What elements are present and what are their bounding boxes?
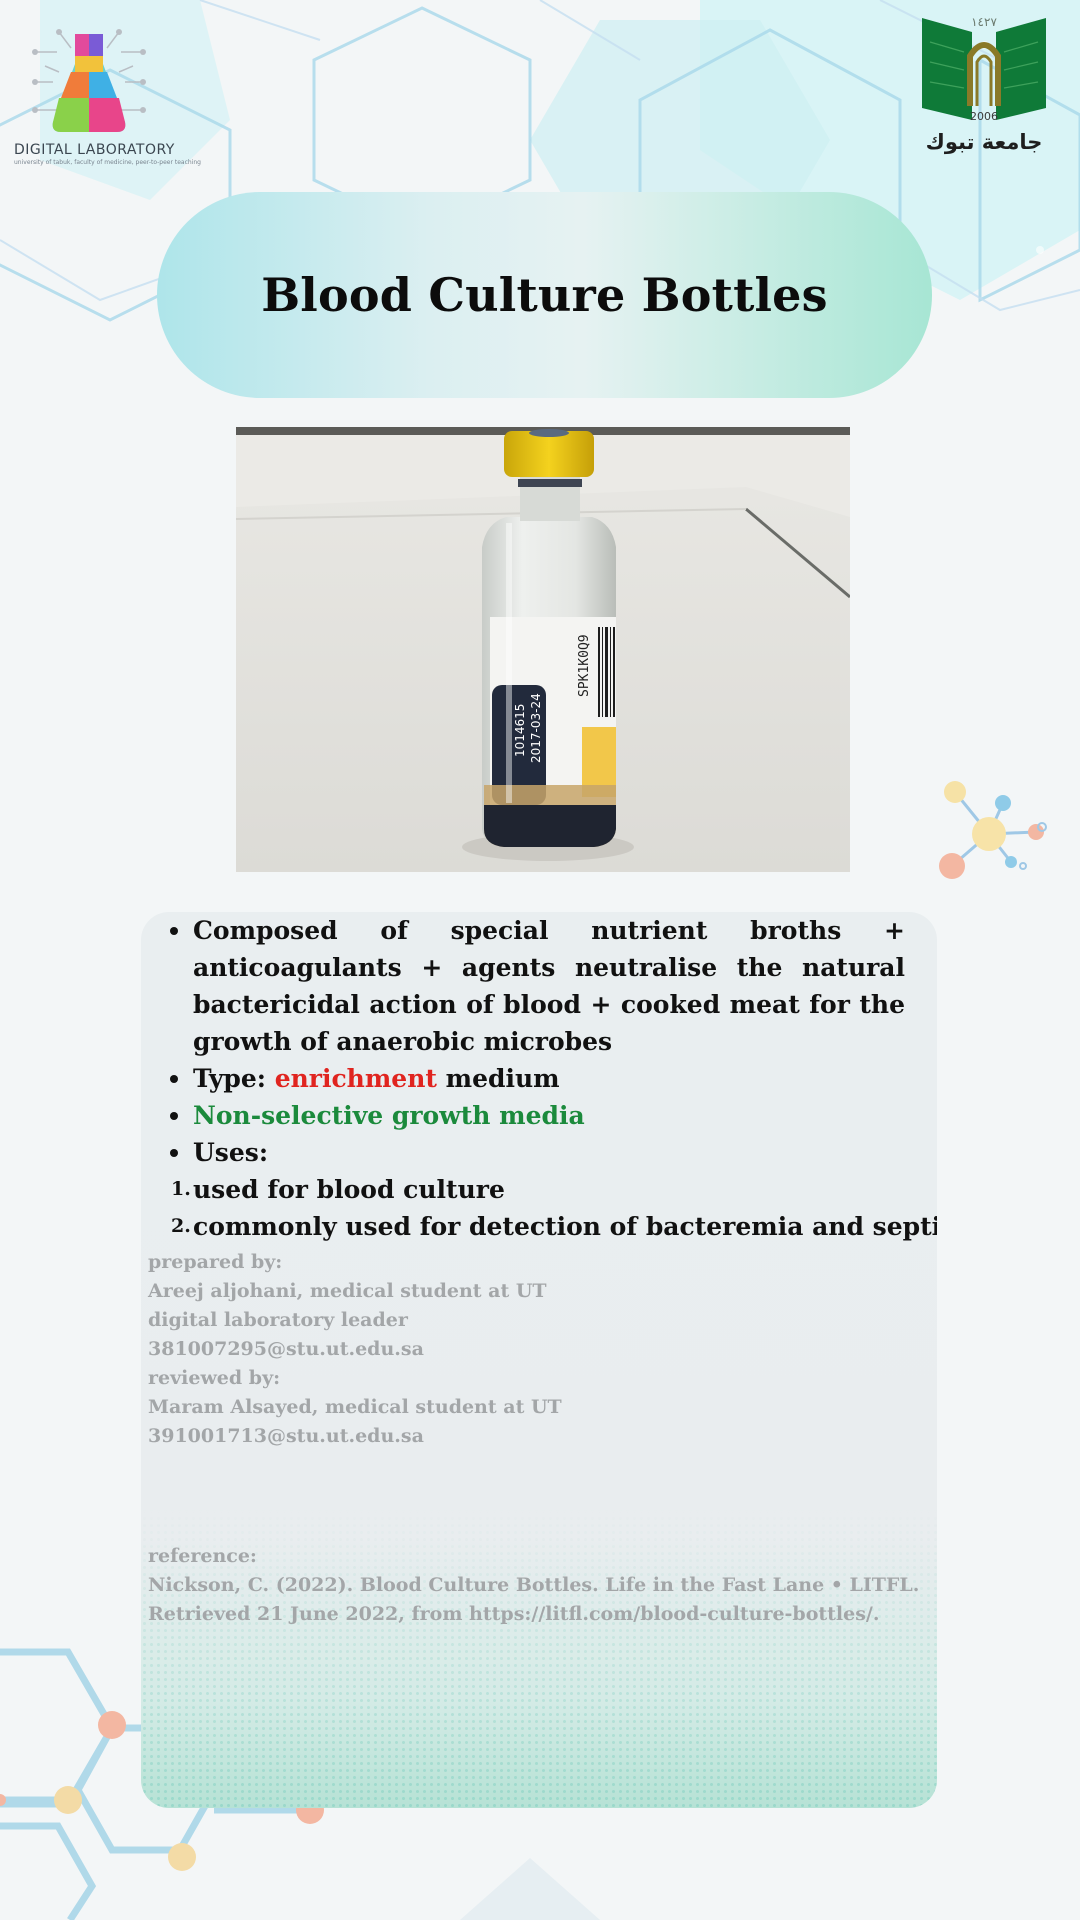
preparer-name: Areej aljohani, medical student at UT: [148, 1280, 547, 1302]
university-of-tabuk-logo: ١٤٢٧ 2006 جامعة تبوك: [916, 12, 1052, 162]
preparer-email: 381007295@stu.ut.edu.sa: [148, 1338, 424, 1360]
digital-laboratory-subtitle: university of tabuk, faculty of medicine…: [14, 159, 201, 166]
reference-block: reference: Nickson, C. (2022). Blood Cul…: [148, 1542, 928, 1629]
use-number: 1.: [171, 1178, 191, 1200]
prepared-by-label: prepared by:: [148, 1251, 283, 1273]
blood-culture-bottle-photo: 1014615 2017-03-24 SPK1K0Q9: [236, 427, 850, 872]
university-emblem-icon: ١٤٢٧ 2006: [922, 15, 1046, 123]
type-prefix: Type:: [193, 1064, 275, 1093]
use-text: used for blood culture: [193, 1175, 505, 1204]
university-name-arabic: جامعة تبوك: [925, 130, 1043, 154]
composition-text: Composed of special nutrient broths + an…: [193, 916, 905, 1056]
reference-label: reference:: [148, 1545, 257, 1567]
reference-text: Nickson, C. (2022). Blood Culture Bottle…: [148, 1574, 920, 1625]
selectivity-text: Non-selective growth media: [193, 1101, 585, 1130]
list-item-selectivity: Non-selective growth media: [170, 1097, 905, 1134]
use-number: 2.: [171, 1215, 191, 1237]
list-item-type: Type: enrichment medium: [170, 1060, 905, 1097]
page-title: Blood Culture Bottles: [261, 268, 828, 322]
credits-block: prepared by: Areej aljohani, medical stu…: [148, 1248, 928, 1451]
preparer-role: digital laboratory leader: [148, 1309, 408, 1331]
svg-text:١٤٢٧: ١٤٢٧: [971, 15, 997, 29]
digital-laboratory-logo: DIGITAL LABORATORY university of tabuk, …: [14, 22, 201, 180]
list-item-use-1: 1. used for blood culture: [171, 1171, 905, 1208]
reviewer-name: Maram Alsayed, medical student at UT: [148, 1396, 562, 1418]
list-item-use-2: 2. commonly used for detection of bacter…: [171, 1208, 937, 1245]
title-banner: Blood Culture Bottles: [157, 192, 932, 398]
reviewed-by-label: reviewed by:: [148, 1367, 281, 1389]
svg-text:1014615: 1014615: [513, 704, 527, 757]
svg-text:SPK1K0Q9: SPK1K0Q9: [577, 634, 592, 697]
content-panel: Composed of special nutrient broths + an…: [141, 912, 937, 1808]
list-item-composition: Composed of special nutrient broths + an…: [170, 912, 905, 1060]
uses-label: Uses:: [193, 1138, 269, 1167]
key-points-list: Composed of special nutrient broths + an…: [170, 912, 937, 1245]
list-item-uses: Uses:: [170, 1134, 905, 1171]
svg-text:2017-03-24: 2017-03-24: [529, 693, 543, 763]
svg-text:2006: 2006: [970, 110, 998, 123]
type-suffix: medium: [436, 1064, 560, 1093]
flask-logo-icon: [32, 29, 146, 132]
reviewer-email: 391001713@stu.ut.edu.sa: [148, 1425, 424, 1447]
digital-laboratory-wordmark: DIGITAL LABORATORY: [14, 142, 175, 158]
type-value: enrichment: [274, 1064, 437, 1093]
use-text: commonly used for detection of bacteremi…: [193, 1212, 937, 1241]
